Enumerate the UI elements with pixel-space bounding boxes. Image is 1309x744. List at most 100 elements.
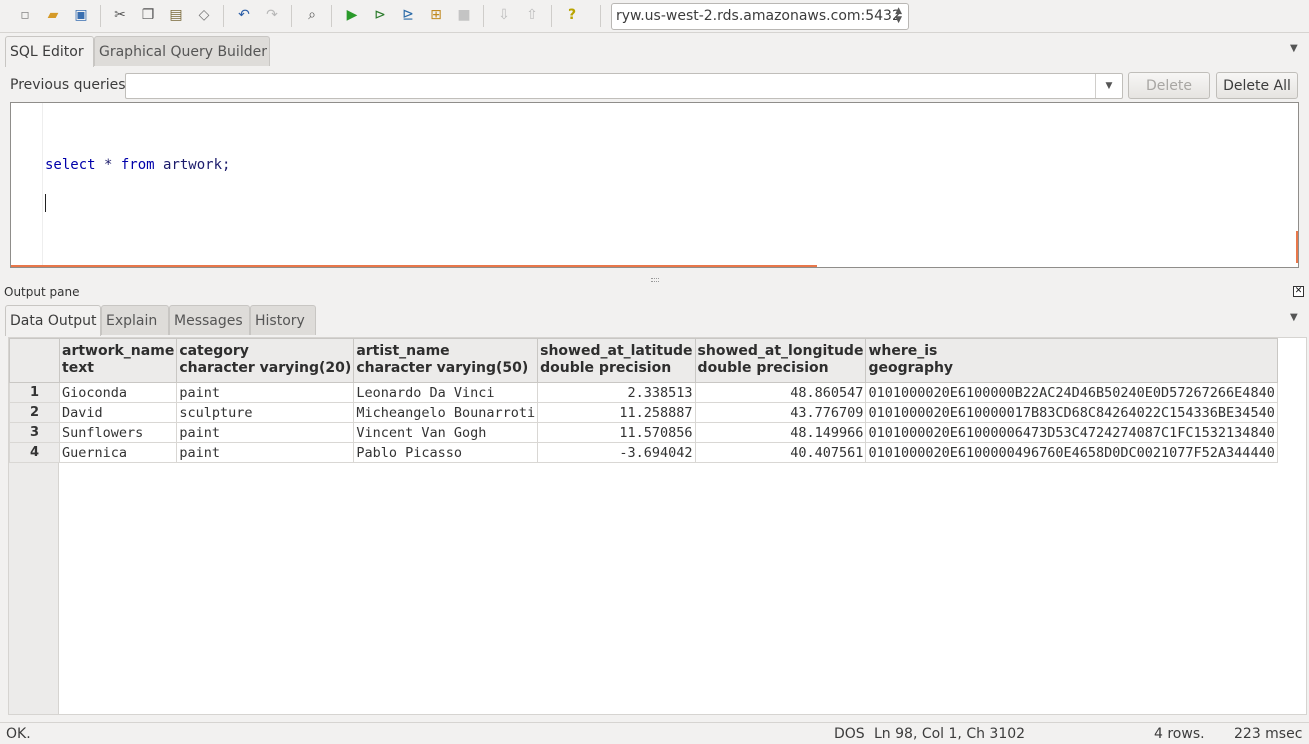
table-cell[interactable]: 0101000020E6100000496760E4658D0DC0021077… [865,442,1278,463]
column-header[interactable]: showed_at_longitude double precision [694,338,867,383]
column-type: double precision [540,360,672,376]
results-table: artwork_name text category character varyi… [9,338,1278,463]
column-header[interactable]: where_is geography [865,338,1278,383]
table-cell[interactable]: 0101000020E610000017B83CD68C84264022C154… [865,402,1278,423]
rollback-icon[interactable]: ⇧ [523,6,541,24]
status-row-count: 4 rows. [1154,726,1205,742]
sql-keyword-from: from [120,157,155,173]
table-cell[interactable]: paint [176,442,355,463]
row-number[interactable]: 4 [9,442,60,463]
execute-to-file-icon[interactable]: ⊵ [399,6,417,24]
column-name: showed_at_latitude [540,343,693,359]
paste-icon[interactable]: ▤ [167,6,185,24]
explain-icon[interactable]: ⊞ [427,6,445,24]
vertical-scroll-indicator[interactable] [1296,231,1298,263]
table-cell[interactable]: sculpture [176,402,355,423]
sql-line: select * from artwork; [45,157,230,173]
delete-all-button[interactable]: Delete All [1216,72,1298,99]
editor-panel-menu-icon[interactable]: ▼ [1290,43,1298,54]
close-icon[interactable]: ✕ [1293,286,1304,297]
table-cell[interactable]: Gioconda [58,382,178,403]
column-header[interactable]: showed_at_latitude double precision [537,338,696,383]
table-cell[interactable]: 40.407561 [694,442,867,463]
column-type: double precision [697,360,829,376]
table-cell[interactable]: Micheangelo Bounarroti [353,402,539,423]
save-icon[interactable]: ▣ [72,6,90,24]
tab-messages[interactable]: Messages [169,305,250,335]
pane-splitter[interactable] [0,276,1309,284]
table-cell[interactable]: 0101000020E61000006473D53C4724274087C1FC… [865,422,1278,443]
text-caret [45,194,46,212]
column-header[interactable]: category character varying(20) [176,338,355,383]
tab-data-output[interactable]: Data Output [5,305,101,336]
table-cell[interactable]: -3.694042 [537,442,696,463]
status-eol: DOS [834,726,865,742]
execute-icon[interactable]: ▶ [343,6,361,24]
table-cell[interactable]: 11.570856 [537,422,696,443]
toolbar-separator [551,5,552,27]
sql-keyword-select: select [45,157,96,173]
table-cell[interactable]: 43.776709 [694,402,867,423]
commit-icon[interactable]: ⇩ [495,6,513,24]
table-row[interactable]: 3 Sunflowers paint Vincent Van Gogh 11.5… [9,422,1278,443]
tab-sql-editor[interactable]: SQL Editor [5,36,94,67]
grid-corner[interactable] [9,338,60,383]
table-cell[interactable]: paint [176,382,355,403]
table-cell[interactable]: Guernica [58,442,178,463]
table-cell[interactable]: 0101000020E6100000B22AC24D46B50240E0D572… [865,382,1278,403]
table-row[interactable]: 1 Gioconda paint Leonardo Da Vinci 2.338… [9,382,1278,403]
tab-graphical-query-builder[interactable]: Graphical Query Builder [94,36,270,66]
cancel-icon[interactable]: ■ [455,6,473,24]
column-name: artist_name [356,343,450,359]
chevron-down-icon[interactable]: ▼ [1095,74,1122,98]
new-file-icon[interactable]: ▫ [16,6,34,24]
table-cell[interactable]: Vincent Van Gogh [353,422,539,443]
connection-select[interactable]: ryw.us-west-2.rds.amazonaws.com:5432 ▲ ▼ [611,3,909,30]
table-cell[interactable]: Leonardo Da Vinci [353,382,539,403]
status-exec-time: 223 msec [1234,726,1303,742]
table-row[interactable]: 2 David sculpture Micheangelo Bounarroti… [9,402,1278,423]
sql-editor[interactable]: select * from artwork; [10,102,1299,268]
column-type: text [62,360,94,376]
help-icon[interactable]: ? [563,6,581,24]
column-header[interactable]: artwork_name text [58,338,178,383]
output-panel-menu-icon[interactable]: ▼ [1290,312,1298,323]
toolbar-separator [331,5,332,27]
find-icon[interactable]: ⌕ [303,6,321,24]
table-cell[interactable]: David [58,402,178,423]
data-output-grid[interactable]: artwork_name text category character varyi… [8,337,1307,715]
undo-icon[interactable]: ↶ [235,6,253,24]
column-header[interactable]: artist_name character varying(50) [353,338,539,383]
table-cell[interactable]: 48.149966 [694,422,867,443]
table-cell[interactable]: Pablo Picasso [353,442,539,463]
sql-text: * [95,157,121,173]
editor-gutter [11,103,43,267]
status-message: OK. [6,726,31,742]
column-type: geography [868,360,954,376]
table-cell[interactable]: 2.338513 [537,382,696,403]
table-row[interactable]: 4 Guernica paint Pablo Picasso -3.694042… [9,442,1278,463]
row-number[interactable]: 2 [9,402,60,423]
table-cell[interactable]: 48.860547 [694,382,867,403]
toolbar-separator [223,5,224,27]
horizontal-scroll-indicator[interactable] [11,265,817,267]
column-name: category [179,343,249,359]
previous-queries-combo[interactable]: ▼ [125,73,1123,99]
output-pane-title: Output pane [4,285,80,299]
cut-icon[interactable]: ✂ [111,6,129,24]
open-file-icon[interactable]: ▰ [44,6,62,24]
table-cell[interactable]: 11.258887 [537,402,696,423]
row-number[interactable]: 3 [9,422,60,443]
tab-history[interactable]: History [250,305,316,335]
clear-icon[interactable]: ◇ [195,6,213,24]
copy-icon[interactable]: ❐ [139,6,157,24]
table-cell[interactable]: paint [176,422,355,443]
delete-button[interactable]: Delete [1128,72,1210,99]
execute-explain-icon[interactable]: ⊳ [371,6,389,24]
table-cell[interactable]: Sunflowers [58,422,178,443]
row-number[interactable]: 1 [9,382,60,403]
redo-icon[interactable]: ↷ [263,6,281,24]
tab-explain[interactable]: Explain [101,305,169,335]
column-type: character varying(20) [179,360,352,376]
column-name: artwork_name [62,343,175,359]
